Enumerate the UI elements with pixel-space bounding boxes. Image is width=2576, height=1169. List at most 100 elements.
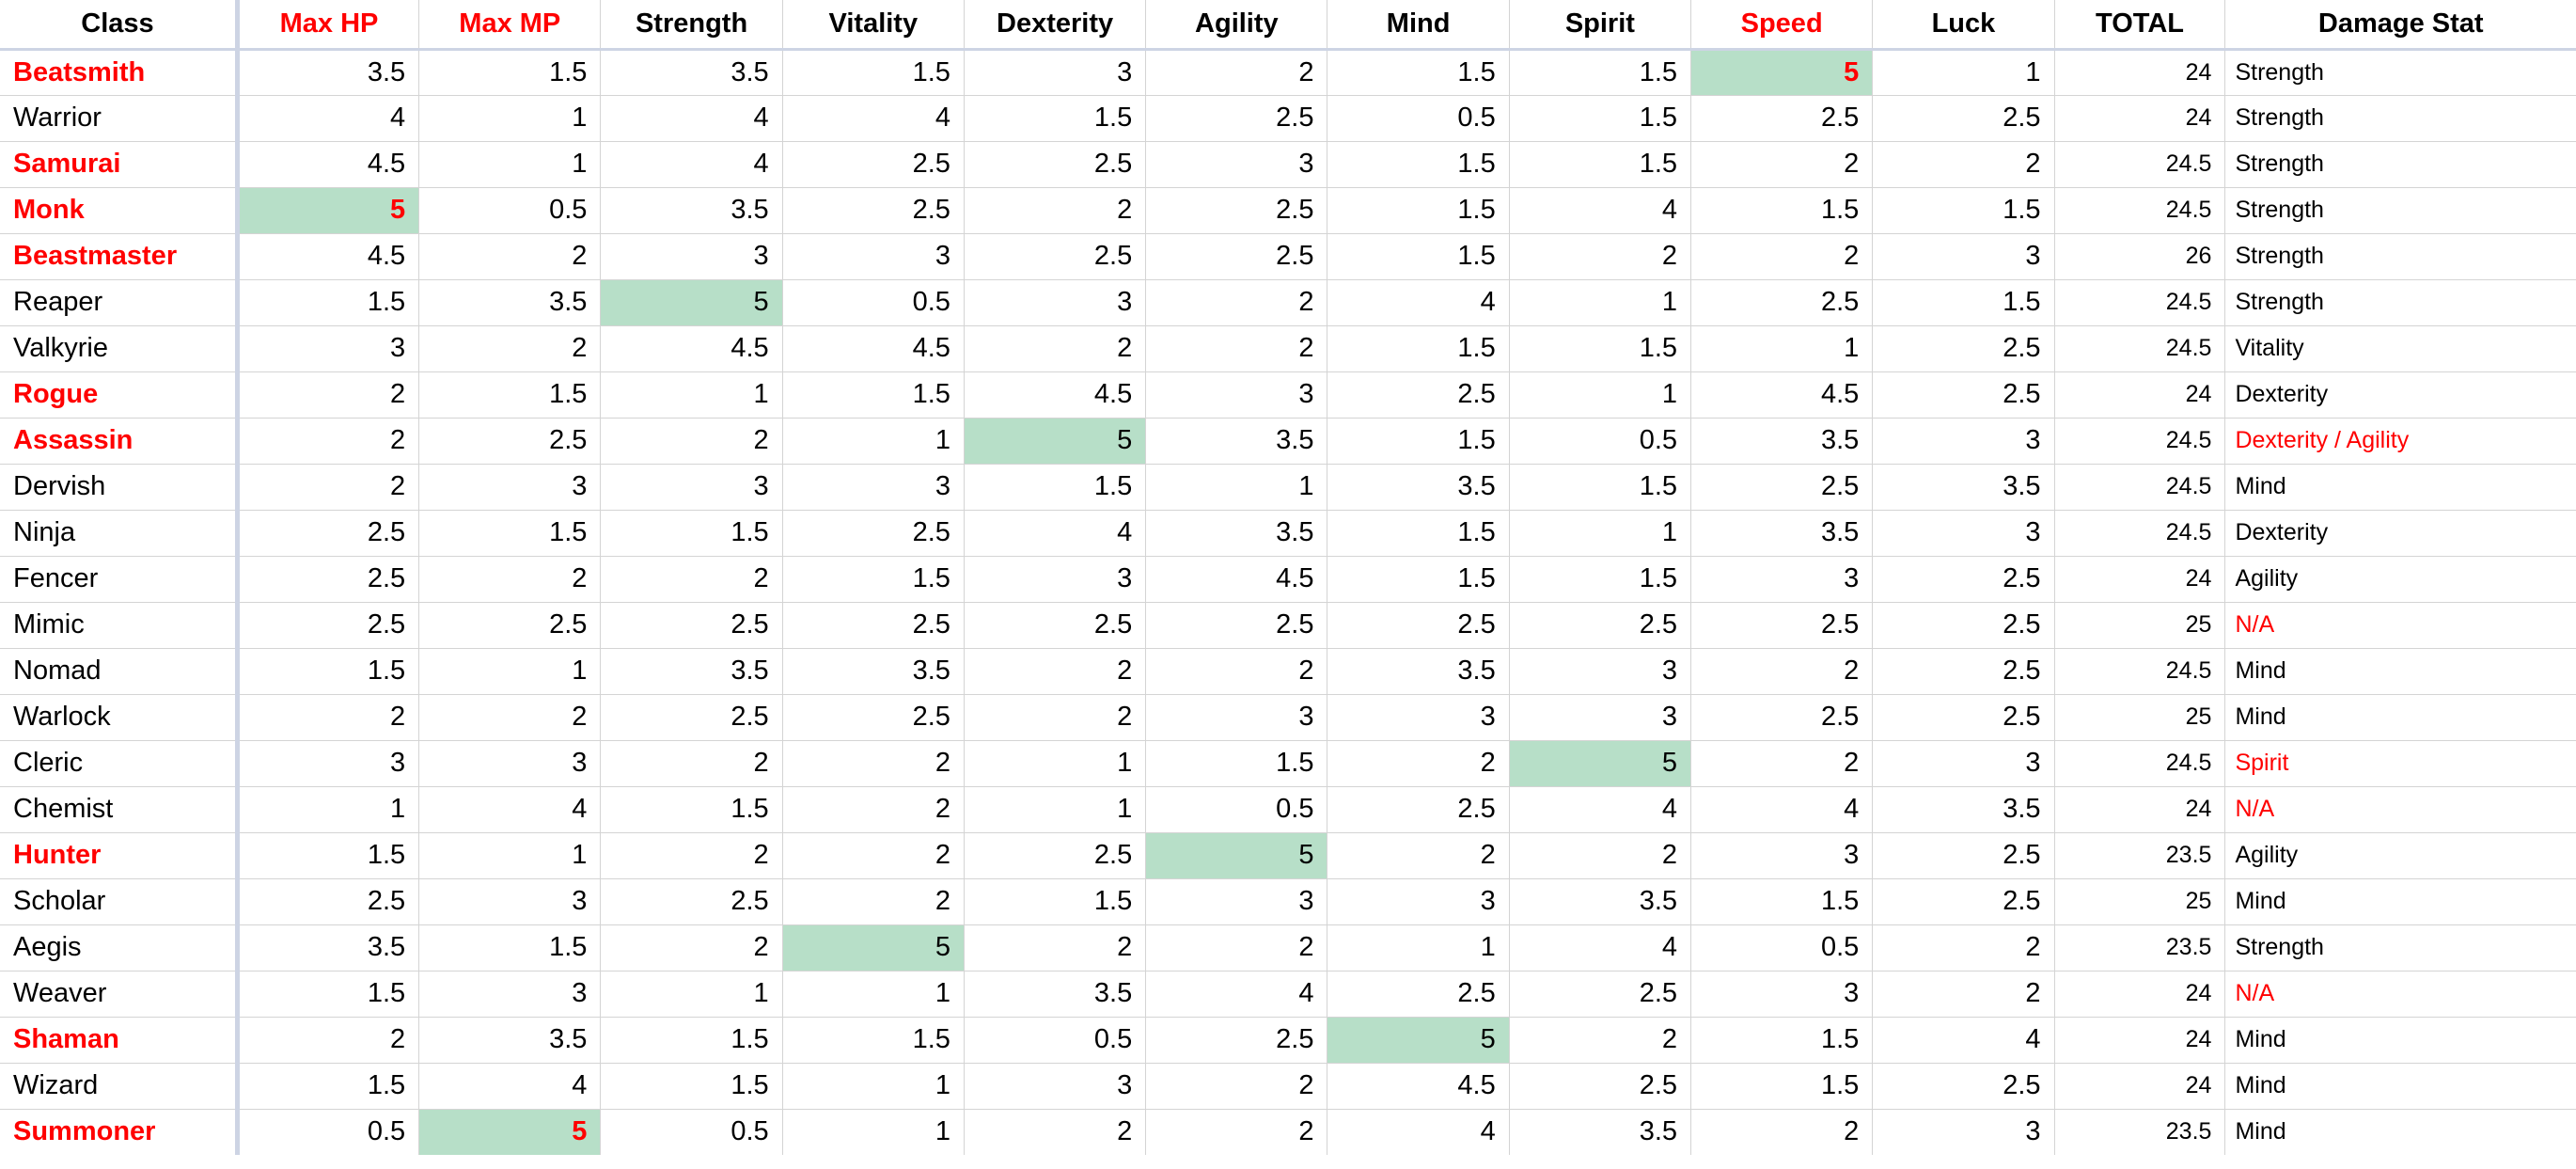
column-header-damage-stat[interactable]: Damage Stat	[2224, 0, 2576, 51]
stat-cell[interactable]: 2	[237, 464, 420, 511]
stat-cell[interactable]: 4	[1872, 1017, 2055, 1064]
stat-cell[interactable]: 2.5	[964, 141, 1147, 188]
class-name-cell[interactable]: Fencer	[0, 556, 240, 603]
stat-cell[interactable]: 3	[237, 325, 420, 372]
stat-cell[interactable]: 4	[418, 1063, 602, 1110]
stat-cell[interactable]: 2	[1145, 279, 1328, 326]
stat-cell[interactable]: 3	[1145, 141, 1328, 188]
stat-cell[interactable]: 1.5	[1327, 233, 1510, 280]
stat-cell[interactable]: 1.5	[600, 1063, 783, 1110]
damage-stat-cell[interactable]: Agility	[2224, 556, 2576, 603]
stat-cell[interactable]: 2.5	[1145, 233, 1328, 280]
class-name-cell[interactable]: Mimic	[0, 602, 240, 649]
stat-cell[interactable]: 2	[1509, 1017, 1692, 1064]
damage-stat-cell[interactable]: Mind	[2225, 1109, 2576, 1155]
stat-cell[interactable]: 3.5	[1145, 510, 1328, 557]
stat-cell[interactable]: 2	[418, 556, 602, 603]
damage-stat-cell[interactable]: Mind	[2224, 1017, 2576, 1064]
stat-cell[interactable]: 1.5	[1509, 464, 1692, 511]
stat-cell[interactable]: 2.5	[964, 233, 1147, 280]
stat-cell[interactable]: 1	[782, 418, 965, 465]
stat-cell[interactable]: 2	[1690, 233, 1874, 280]
damage-stat-cell[interactable]: N/A	[2224, 971, 2576, 1018]
stat-cell[interactable]: 2.5	[1509, 971, 1692, 1018]
stat-cell[interactable]: 2.5	[964, 602, 1147, 649]
damage-stat-cell[interactable]: Agility	[2224, 832, 2576, 879]
stat-cell[interactable]: 2	[237, 418, 420, 465]
stat-cell[interactable]: 1.5	[418, 49, 602, 96]
total-cell[interactable]: 24	[2054, 786, 2226, 833]
stat-cell[interactable]: 1	[1509, 279, 1692, 326]
stat-cell[interactable]: 3	[1690, 971, 1874, 1018]
stat-cell[interactable]: 3	[1690, 832, 1874, 879]
stat-cell[interactable]: 4	[600, 95, 783, 142]
stat-cell[interactable]: 2	[1145, 1109, 1328, 1155]
stat-cell[interactable]: 1	[1690, 325, 1874, 372]
stat-cell[interactable]: 2	[1690, 141, 1874, 188]
stat-cell[interactable]: 1	[418, 648, 602, 695]
total-cell[interactable]: 25	[2054, 602, 2226, 649]
stat-cell[interactable]: 2.5	[1327, 786, 1510, 833]
stat-cell[interactable]: 2	[1690, 740, 1874, 787]
stat-cell[interactable]: 2.5	[782, 694, 965, 741]
stat-cell[interactable]: 2	[418, 233, 602, 280]
stat-cell[interactable]: 4	[1509, 924, 1692, 972]
stat-cell[interactable]: 2.5	[1872, 694, 2055, 741]
class-name-cell[interactable]: Wizard	[0, 1063, 240, 1110]
stat-cell[interactable]: 5	[418, 1109, 602, 1155]
stat-cell[interactable]: 1	[418, 95, 602, 142]
class-name-cell[interactable]: Hunter	[0, 832, 240, 879]
stat-cell[interactable]: 2	[782, 740, 965, 787]
stat-cell[interactable]: 2	[964, 1109, 1147, 1155]
stat-cell[interactable]: 2	[782, 786, 965, 833]
stat-cell[interactable]: 2	[964, 924, 1147, 972]
column-header-total[interactable]: TOTAL	[2054, 0, 2226, 51]
damage-stat-cell[interactable]: Dexterity	[2224, 510, 2576, 557]
stat-cell[interactable]: 2.5	[1872, 325, 2055, 372]
stat-cell[interactable]: 4	[1509, 187, 1692, 234]
stat-cell[interactable]: 0.5	[1327, 95, 1510, 142]
class-name-cell[interactable]: Weaver	[0, 971, 240, 1018]
stat-cell[interactable]: 2.5	[1509, 602, 1692, 649]
stat-cell[interactable]: 4	[1327, 1109, 1510, 1155]
stat-cell[interactable]: 0.5	[1690, 924, 1874, 972]
stat-cell[interactable]: 1	[1145, 464, 1328, 511]
stat-cell[interactable]: 2.5	[1690, 464, 1874, 511]
damage-stat-cell[interactable]: Strength	[2224, 924, 2576, 972]
stat-cell[interactable]: 2	[1509, 832, 1692, 879]
damage-stat-cell[interactable]: Spirit	[2224, 740, 2576, 787]
stat-cell[interactable]: 2.5	[1872, 1063, 2055, 1110]
stat-cell[interactable]: 1.5	[1509, 325, 1692, 372]
stat-cell[interactable]: 1.5	[1872, 187, 2055, 234]
stat-cell[interactable]: 2.5	[1145, 602, 1328, 649]
stat-cell[interactable]: 3	[1145, 371, 1328, 419]
class-name-cell[interactable]: Chemist	[0, 786, 240, 833]
stat-cell[interactable]: 1.5	[237, 279, 420, 326]
stat-cell[interactable]: 2.5	[1145, 1017, 1328, 1064]
stat-cell[interactable]: 1	[418, 832, 602, 879]
stat-cell[interactable]: 1.5	[964, 878, 1147, 925]
damage-stat-cell[interactable]: Mind	[2224, 464, 2576, 511]
class-name-cell[interactable]: Warrior	[0, 95, 240, 142]
total-cell[interactable]: 24.5	[2054, 648, 2226, 695]
stat-cell[interactable]: 2.5	[1872, 878, 2055, 925]
stat-cell[interactable]: 1	[237, 786, 420, 833]
stat-cell[interactable]: 2.5	[1872, 602, 2055, 649]
stat-cell[interactable]: 3	[1327, 694, 1510, 741]
class-name-cell[interactable]: Nomad	[0, 648, 240, 695]
class-name-cell[interactable]: Assassin	[0, 418, 240, 465]
stat-cell[interactable]: 1	[964, 786, 1147, 833]
class-name-cell[interactable]: Beatsmith	[0, 49, 240, 96]
stat-cell[interactable]: 2	[964, 187, 1147, 234]
stat-cell[interactable]: 1.5	[1509, 49, 1692, 96]
stat-cell[interactable]: 3	[600, 464, 783, 511]
stat-cell[interactable]: 2	[1145, 924, 1328, 972]
column-header-luck[interactable]: Luck	[1872, 0, 2055, 51]
stat-cell[interactable]: 2	[782, 832, 965, 879]
stat-cell[interactable]: 1.5	[1145, 740, 1328, 787]
stat-cell[interactable]: 4	[418, 786, 602, 833]
total-cell[interactable]: 24	[2054, 1017, 2226, 1064]
stat-cell[interactable]: 1.5	[1690, 1017, 1874, 1064]
column-header-max-hp[interactable]: Max HP	[237, 0, 420, 51]
stat-cell[interactable]: 0.5	[964, 1017, 1147, 1064]
